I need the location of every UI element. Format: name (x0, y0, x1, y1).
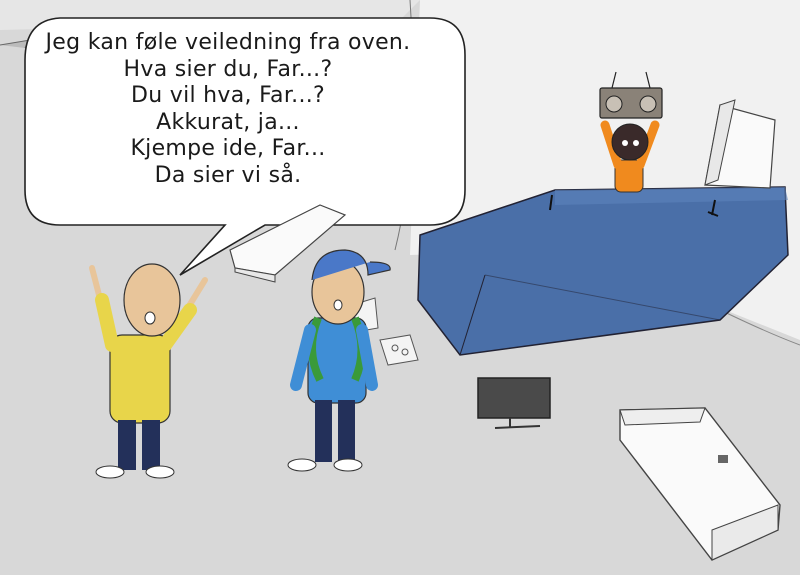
speech-bubble-text: Jeg kan føle veiledning fra oven. Hva si… (38, 30, 418, 189)
speech-line: Kjempe ide, Far... (130, 136, 326, 161)
speech-line: Da sier vi så. (154, 162, 302, 188)
speech-line: Akkurat, ja... (156, 109, 300, 135)
speech-line: Jeg kan føle veiledning fra oven. (45, 30, 411, 55)
speech-line: Hva sier du, Far...? (123, 56, 333, 82)
speech-line: Du vil hva, Far...? (130, 83, 326, 108)
comic-panel: Jeg kan føle veiledning fra oven. Hva si… (0, 0, 800, 575)
